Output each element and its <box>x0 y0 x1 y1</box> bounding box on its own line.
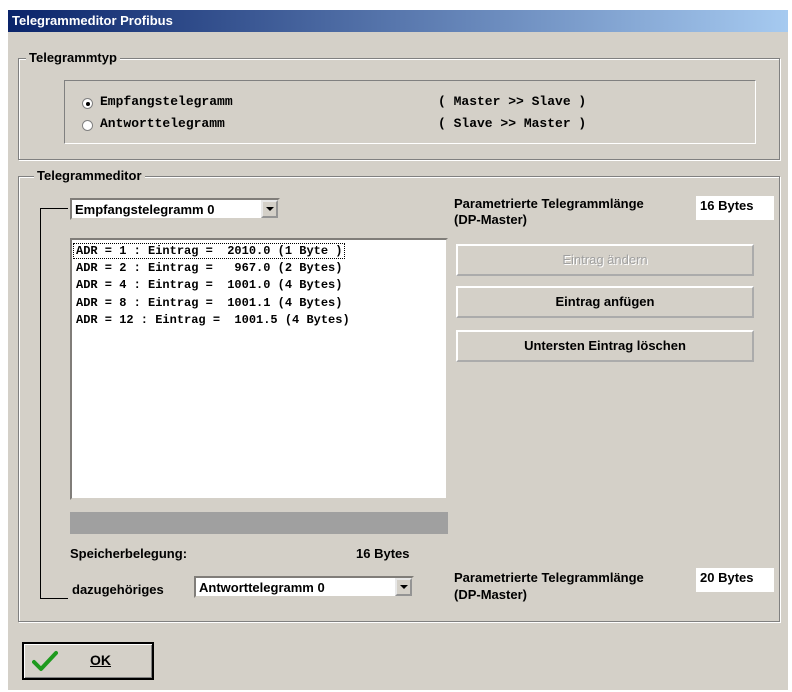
append-entry-button[interactable]: Eintrag anfügen <box>456 286 754 318</box>
list-item[interactable]: ADR = 12 : Eintrag = 1001.5 (4 Bytes) <box>76 313 350 327</box>
append-entry-label: Eintrag anfügen <box>555 294 655 309</box>
list-item[interactable]: ADR = 4 : Eintrag = 1001.0 (4 Bytes) <box>76 278 342 292</box>
memory-value: 16 Bytes <box>356 546 410 561</box>
ok-button[interactable]: OK <box>22 642 154 680</box>
delete-last-entry-button[interactable]: Untersten Eintrag löschen <box>456 330 754 362</box>
list-item[interactable]: ADR = 2 : Eintrag = 967.0 (2 Bytes) <box>76 261 342 275</box>
telegram-select[interactable]: Empfangstelegramm 0 <box>70 198 280 220</box>
response-length-sub: (DP-Master) <box>454 587 527 602</box>
list-item[interactable]: ADR = 8 : Eintrag = 1001.1 (4 Bytes) <box>76 296 342 310</box>
direction-slave-master: ( Slave >> Master ) <box>438 116 587 131</box>
connector-top <box>40 208 68 209</box>
memory-bar <box>70 512 448 534</box>
telegramtyp-legend: Telegrammtyp <box>26 50 120 65</box>
radio-antwort-indicator[interactable] <box>82 120 93 131</box>
entry-listbox[interactable]: ADR = 1 : Eintrag = 2010.0 (1 Byte ) ADR… <box>70 238 448 500</box>
chevron-down-icon[interactable] <box>395 578 412 596</box>
response-select-value: Antworttelegramm 0 <box>199 580 325 595</box>
ok-label: OK <box>90 652 111 668</box>
connector-bottom <box>40 598 68 599</box>
chevron-down-icon[interactable] <box>261 200 278 218</box>
list-item[interactable]: ADR = 1 : Eintrag = 2010.0 (1 Byte ) <box>73 243 346 259</box>
memory-label: Speicherbelegung: <box>70 546 188 561</box>
telegram-select-value: Empfangstelegramm 0 <box>75 202 215 217</box>
response-select[interactable]: Antworttelegramm 0 <box>194 576 414 598</box>
dialog-window: Telegrammeditor Profibus Telegrammtyp Em… <box>8 10 788 690</box>
param-length-sub: (DP-Master) <box>454 212 527 227</box>
change-entry-button[interactable]: Eintrag ändern <box>456 244 754 276</box>
radio-empfang-label[interactable]: Empfangstelegramm <box>100 94 233 109</box>
radio-empfang-indicator[interactable] <box>82 98 93 109</box>
response-length-value: 20 Bytes <box>696 568 774 592</box>
telegramtyp-inner-panel <box>64 80 756 144</box>
telegrammeditor-legend: Telegrammeditor <box>34 168 145 183</box>
delete-last-entry-label: Untersten Eintrag löschen <box>524 338 686 353</box>
response-length-label: Parametrierte Telegrammlänge <box>454 570 644 585</box>
param-length-value: 16 Bytes <box>696 196 774 220</box>
connector-line <box>40 208 41 598</box>
response-label: dazugehöriges <box>72 582 164 597</box>
change-entry-label: Eintrag ändern <box>562 252 648 267</box>
param-length-label: Parametrierte Telegrammlänge <box>454 196 644 211</box>
direction-master-slave: ( Master >> Slave ) <box>438 94 587 109</box>
checkmark-icon <box>32 651 58 671</box>
title-bar: Telegrammeditor Profibus <box>8 10 788 32</box>
radio-antwort-label[interactable]: Antworttelegramm <box>100 116 225 131</box>
